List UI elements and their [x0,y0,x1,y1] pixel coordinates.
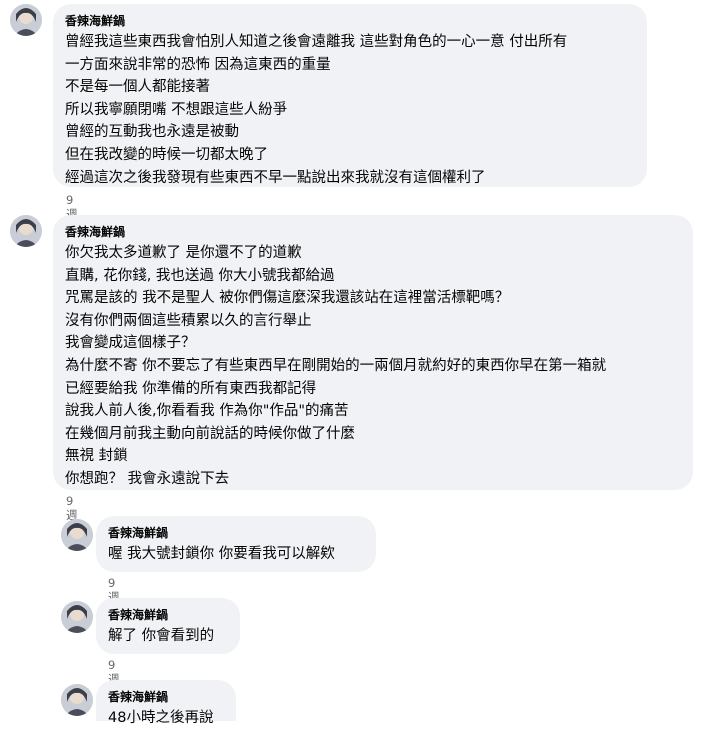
comment-author[interactable]: 香辣海鮮鍋 [108,607,228,623]
avatar[interactable] [61,684,93,716]
user-avatar-icon [10,4,42,36]
comment-text-line: 所以我寧願閉嘴 不想跟這些人紛爭 [65,101,288,118]
user-avatar-icon [10,215,42,247]
comment-bubble: 香辣海鮮鍋 你欠我太多道歉了 是你還不了的道歉 直購, 花你錢, 我也送過 你大… [53,215,693,490]
comment-text-line: 曾經我這些東西我會怕別人知道之後會遠離我 這些對角色的一心一意 付出所有 [65,34,568,50]
comment-text-line: 48小時之後再說 [108,710,214,726]
user-avatar-icon [61,519,93,551]
comment-author[interactable]: 香辣海鮮鍋 [108,689,224,705]
avatar[interactable] [61,601,93,633]
comment-text-line: 咒罵是該的 我不是聖人 被你們傷這麼深我還該站在這裡當活標靶嗎？ [65,290,510,307]
user-avatar-icon [61,684,93,716]
comment-text-line: 說我人前人後,你看看我 作為你"作品"的痛苦 [65,403,349,420]
comment-text-line: 為什麼不寄 你不要忘了有些東西早在剛開始的一兩個月就約好的東西你早在第一箱就 [65,357,607,374]
comment-author[interactable]: 香辣海鮮鍋 [108,525,364,541]
comment-text-line: 直購, 花你錢, 我也送過 你大小號我都給過 [65,267,335,284]
comment-timestamp[interactable]: 9週 [66,494,78,522]
comment-text-line: 曾經的互動我也永遠是被動 [65,124,239,141]
user-avatar-icon [61,601,93,633]
comment-bubble: 香辣海鮮鍋 曾經我這些東西我會怕別人知道之後會遠離我 這些對角色的一心一意 付出… [53,4,647,187]
comment-text-line: 你欠我太多道歉了 是你還不了的道歉 [65,245,302,261]
comment-text-line: 解了 你會看到的 [108,628,215,644]
comment-bubble: 香辣海鮮鍋 解了 你會看到的 [96,598,240,654]
comment-text-line: 已經要給我 你準備的所有東西我都記得 [65,380,317,397]
comment-text-line: 沒有你們兩個這些積累以久的言行舉止 [65,312,312,329]
comment-text-line: 一方面來說非常的恐怖 因為這東西的重量 [65,56,331,73]
comment-text-line: 你想跑？ 我會永遠說下去 [65,470,230,487]
comment-bubble: 香辣海鮮鍋 喔 我大號封鎖你 你要看我可以解欸 [96,516,376,572]
avatar[interactable] [10,4,42,36]
comment-text-line: 在幾個月前我主動向前說話的時候你做了什麼 [65,425,355,442]
comment-text-line: 喔 我大號封鎖你 你要看我可以解欸 [108,546,335,562]
comment-bubble: 香辣海鮮鍋 48小時之後再說 [96,680,236,726]
avatar[interactable] [10,215,42,247]
comment-text-line: 我會變成這個樣子？ [65,335,196,352]
comment-text-line: 無視 封鎖 [65,448,128,465]
comment-text-line: 不是每一個人都能接著 [65,79,210,96]
comment-text-line: 但在我改變的時候一切都太晚了 [65,146,268,163]
comment-author[interactable]: 香辣海鮮鍋 [65,13,635,29]
comment-author[interactable]: 香辣海鮮鍋 [65,224,681,240]
avatar[interactable] [61,519,93,551]
comment-text-line: 經過這次之後我發現有些東西不早一點說出來我就沒有這個權利了 [65,169,486,186]
